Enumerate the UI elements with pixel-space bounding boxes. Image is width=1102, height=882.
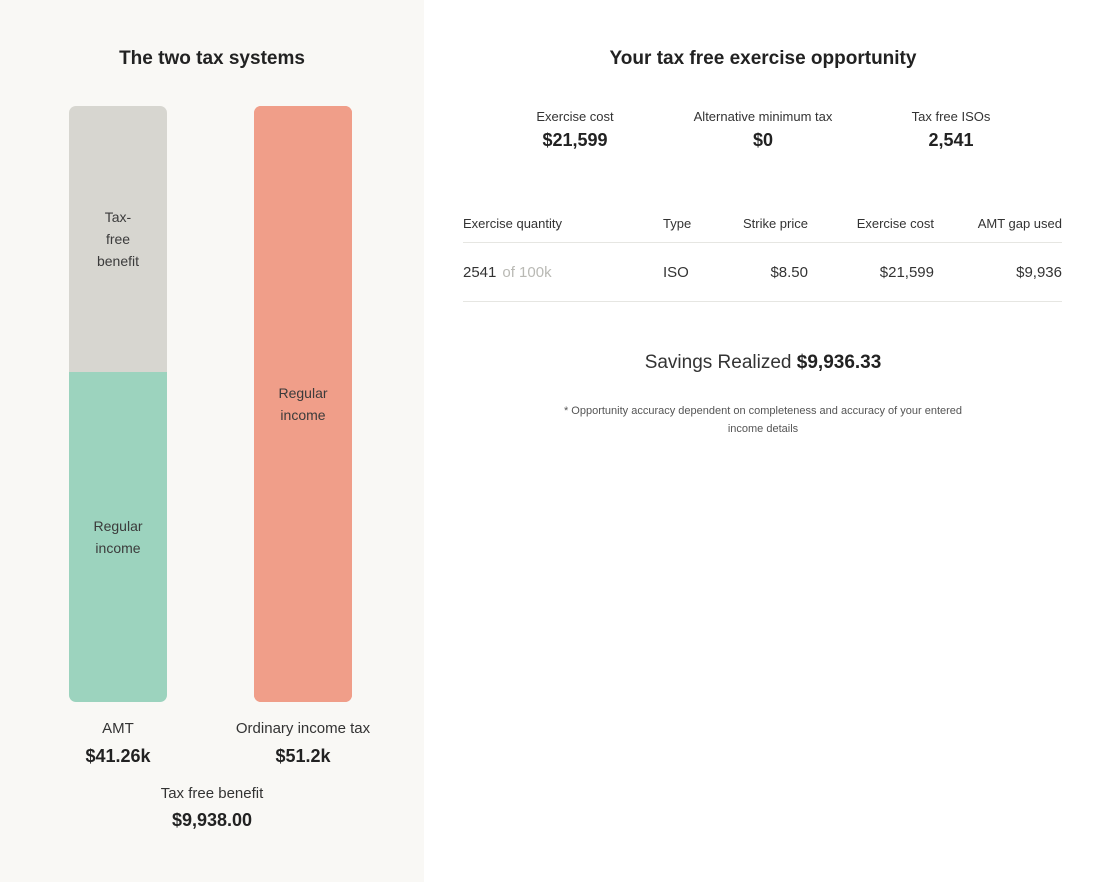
ordinary-regular-income-segment: Regular income <box>254 106 352 702</box>
table-row: 2541 of 100k ISO $8.50 $21,599 $9,936 <box>463 242 1062 302</box>
header-exercise-cost: Exercise cost <box>808 204 934 243</box>
amt-regular-income-segment: Regular income <box>69 372 167 702</box>
stat-label: Alternative minimum tax <box>693 109 833 124</box>
tax-free-benefit-value: $9,938.00 <box>171 810 253 830</box>
stat-alternative-minimum-tax: Alternative minimum tax $0 <box>673 108 853 151</box>
quantity-value: 2541 <box>463 263 497 281</box>
header-strike-price: Strike price <box>713 204 808 243</box>
stat-label: Tax free ISOs <box>911 109 991 124</box>
accuracy-footnote: * Opportunity accuracy dependent on comp… <box>563 405 963 435</box>
tax-systems-panel: The two tax systems Tax- free benefit Re… <box>0 0 424 882</box>
savings-value: $9,936.33 <box>796 352 882 373</box>
table-header-row: Exercise quantity Type Strike price Exer… <box>463 204 1062 243</box>
cell-strike-price: $8.50 <box>713 242 808 302</box>
ordinary-income-caption: Ordinary income tax <box>235 720 371 737</box>
cell-exercise-cost: $21,599 <box>808 242 934 302</box>
savings-label: Savings Realized <box>644 352 792 373</box>
ordinary-income-value: $51.2k <box>275 746 331 766</box>
segment-label-line: income <box>95 540 141 557</box>
stat-value: 2,541 <box>928 130 974 150</box>
savings-realized: Savings Realized $9,936.33 <box>424 352 1102 374</box>
segment-label-line: income <box>280 407 326 423</box>
stat-value: $21,599 <box>542 130 608 150</box>
header-type: Type <box>663 204 713 243</box>
stat-value: $0 <box>752 130 774 150</box>
segment-label-line: benefit <box>96 253 140 270</box>
amt-caption: AMT <box>102 720 134 737</box>
amt-bar: Tax- free benefit Regular income <box>69 106 167 702</box>
segment-label-line: free <box>105 231 131 248</box>
tax-free-benefit-label: Tax free benefit <box>160 785 264 802</box>
tax-opportunity-view: The two tax systems Tax- free benefit Re… <box>0 0 1102 882</box>
exercise-table: Exercise quantity Type Strike price Exer… <box>463 204 1062 302</box>
segment-label-line: Regular <box>278 385 328 401</box>
opportunity-title: Your tax free exercise opportunity <box>609 48 917 69</box>
stat-label: Exercise cost <box>536 109 614 124</box>
tax-systems-title: The two tax systems <box>119 48 305 69</box>
ordinary-income-bar: Regular income <box>254 106 352 702</box>
segment-label-line: Tax- <box>104 209 132 226</box>
cell-exercise-quantity: 2541 of 100k <box>463 242 663 302</box>
amt-tax-free-segment: Tax- free benefit <box>69 106 167 373</box>
segment-label-line: Regular <box>93 518 143 535</box>
stat-tax-free-isos: Tax free ISOs 2,541 <box>861 108 1041 151</box>
header-amt-gap-used: AMT gap used <box>934 204 1062 243</box>
exercise-opportunity-panel: Your tax free exercise opportunity Exerc… <box>424 0 1102 882</box>
quantity-of-total: of 100k <box>502 263 552 281</box>
stat-exercise-cost: Exercise cost $21,599 <box>485 108 665 151</box>
amt-value: $41.26k <box>85 746 151 766</box>
cell-amt-gap-used: $9,936 <box>934 242 1062 302</box>
cell-type: ISO <box>663 242 713 302</box>
header-exercise-quantity: Exercise quantity <box>463 204 663 243</box>
